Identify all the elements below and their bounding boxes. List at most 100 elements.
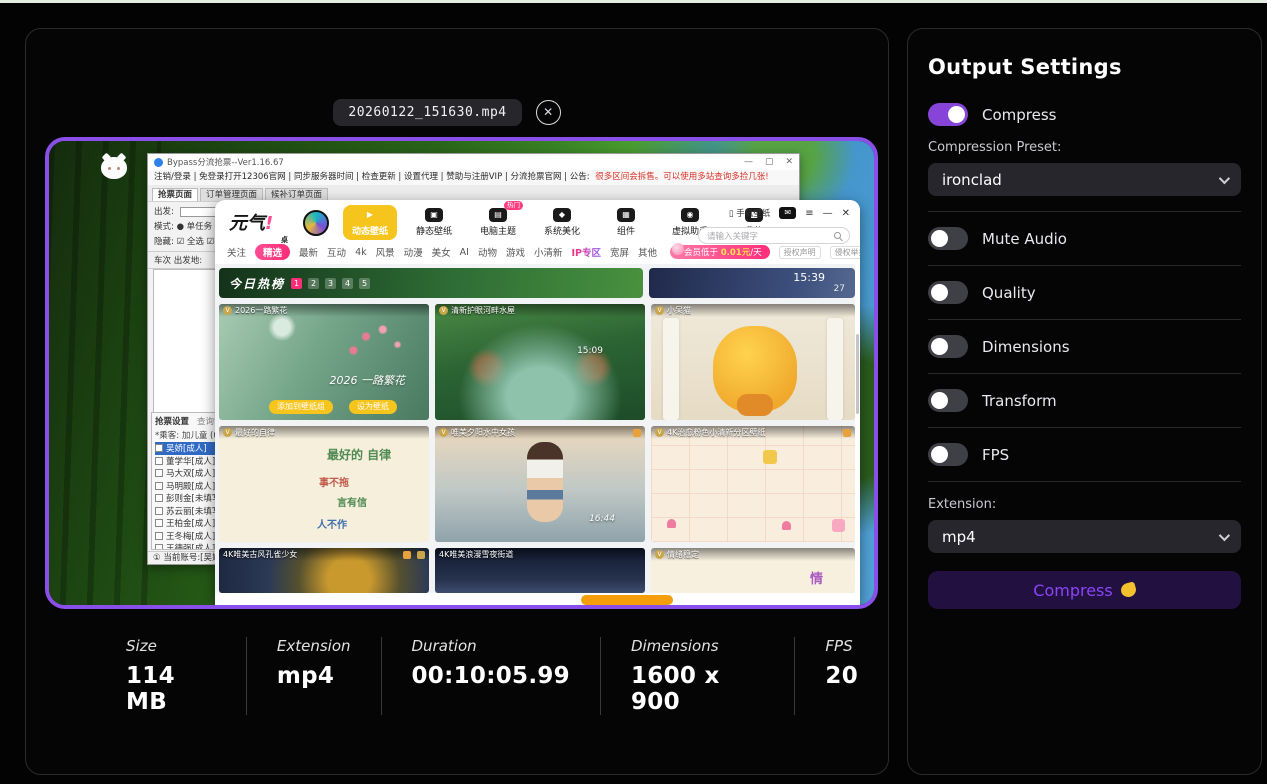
avatar: [303, 210, 329, 236]
category-item: 宽屏: [610, 245, 629, 259]
wallpaper-content: 今日热榜 1 2 3 4 5 15:39 27 2026 一路繁花 V 2026…: [215, 264, 860, 605]
transform-toggle-row: Transform: [928, 389, 1241, 412]
ticket-titlebar: Bypass分流抢票--Ver1.16.67 — ▢ ✕: [148, 154, 799, 170]
category-bar: 关注 精选 最新 互动 4k 风景 动漫 美女 AI 动物 游戏 小清新 IP专…: [227, 244, 860, 260]
preview-card: 20260122_151630.mp4 ✕ Bypass分流抢票--Ver1.1…: [25, 28, 889, 775]
set-wallpaper-button: 设为壁纸: [349, 400, 397, 414]
category-item: 4k: [355, 247, 367, 258]
meta-dimensions: Dimensions 1600 x 900: [600, 637, 794, 715]
nav-pc-theme: 热门 ▤ 电脑主题: [471, 205, 525, 240]
top-edge-strip: [0, 0, 1267, 3]
meta-fps: FPS 20: [794, 637, 888, 715]
compress-toggle[interactable]: [928, 103, 968, 126]
divider: [928, 319, 1241, 320]
divider: [928, 481, 1241, 482]
preset-select[interactable]: ironclad: [928, 163, 1241, 196]
mail-icon: ✉: [779, 207, 796, 219]
maximize-icon: ▢: [765, 157, 774, 167]
menu-items: 注销/登录 | 免登录打开12306官网 | 同步服务器时间 | 检查更新 | …: [154, 172, 590, 182]
mute-audio-toggle-row: Mute Audio: [928, 227, 1241, 250]
wallpaper-topbar: 元气! 桌面 ▶ 动态壁纸 ▣ 静态壁纸 热门 ▤: [215, 200, 860, 264]
filename-chip: 20260122_151630.mp4: [333, 99, 521, 126]
close-icon: ✕: [842, 208, 850, 219]
chevron-down-icon: [1219, 529, 1230, 540]
compress-toggle-row: Compress: [928, 103, 1241, 126]
quality-toggle[interactable]: [928, 281, 968, 304]
minimize-icon: —: [823, 208, 833, 219]
transform-toggle[interactable]: [928, 389, 968, 412]
dimensions-toggle[interactable]: [928, 335, 968, 358]
static-wallpaper-icon: ▣: [425, 208, 443, 222]
license-link: 授权声明: [779, 246, 821, 259]
divider: [928, 211, 1241, 212]
video-preview[interactable]: Bypass分流抢票--Ver1.16.67 — ▢ ✕ 注销/登录 | 免登录…: [45, 137, 878, 609]
category-item: 关注: [227, 245, 246, 259]
category-item: 游戏: [506, 245, 525, 259]
meta-duration: Duration 00:10:05.99: [381, 637, 600, 715]
search-placeholder: 请输入关键字: [707, 230, 758, 242]
category-item: 动物: [478, 245, 497, 259]
category-item: 风景: [376, 245, 395, 259]
rank-2: 2: [308, 278, 319, 289]
remove-file-button[interactable]: ✕: [536, 100, 561, 125]
category-item-ip: IP专区: [572, 245, 602, 259]
filename-text: 20260122_151630.mp4: [348, 105, 506, 120]
panel-title: Output Settings: [928, 55, 1241, 79]
ticket-window-title: Bypass分流抢票--Ver1.16.67: [167, 156, 284, 168]
live-wallpaper-icon: ▶: [361, 208, 379, 222]
category-item: 最新: [299, 245, 318, 259]
file-chip-row: 20260122_151630.mp4 ✕: [16, 99, 878, 126]
nav-static-wallpaper: ▣ 静态壁纸: [407, 205, 461, 240]
virtual-assistant-icon: ◉: [681, 208, 699, 222]
wallpaper-card: 情 V 情绪稳定: [651, 548, 855, 593]
clock-widget-banner: 15:39 27: [649, 268, 855, 298]
announcement-text: 很多区间会拆售。可以使用多站查询多捡几张!: [595, 172, 768, 182]
app-logo: 元气! 桌面: [229, 209, 273, 235]
nav-widgets: ▦ 组件: [599, 205, 653, 240]
card-corner-icon: [843, 429, 851, 437]
divider: [928, 265, 1241, 266]
tab-grab-settings: 抢票设置: [155, 415, 189, 427]
fps-toggle-row: FPS: [928, 443, 1241, 466]
rank-4: 4: [342, 278, 353, 289]
tree-trunks: [49, 141, 161, 605]
mute-audio-toggle[interactable]: [928, 227, 968, 250]
video-metadata: Size 114 MB Extension mp4 Duration 00:10…: [126, 637, 888, 715]
search-icon: [834, 232, 841, 239]
minimize-icon: —: [744, 157, 753, 167]
wallpaper-card: 4K唯美浪漫雪夜街道: [435, 548, 645, 593]
search-input: 请输入关键字: [698, 227, 850, 244]
extension-select[interactable]: mp4: [928, 520, 1241, 553]
pinching-hand-icon: [1119, 581, 1137, 598]
preset-label: Compression Preset:: [928, 140, 1241, 155]
fps-toggle[interactable]: [928, 443, 968, 466]
add-to-group-button: 添加到壁纸组: [269, 400, 333, 414]
pagination-button: [581, 595, 673, 605]
menu-icon: ≡: [805, 208, 813, 219]
wallpaper-card: 最好的 自律 事不拖 言有信 人不作 V 最好的自律: [219, 426, 429, 542]
wallpaper-card: 2026 一路繁花 V 2026一路繁花 添加到壁纸组 设为壁纸: [219, 304, 429, 420]
scrollbar-thumb: [856, 334, 859, 414]
meta-extension: Extension mp4: [246, 637, 381, 715]
pagination-strip: [215, 593, 855, 605]
category-item-active: 精选: [255, 244, 290, 260]
output-settings-card: Output Settings Compress Compression Pre…: [907, 28, 1262, 775]
divider: [928, 373, 1241, 374]
wallpaper-card: 4K唯美古风孔雀少女: [219, 548, 429, 593]
quality-toggle-row: Quality: [928, 281, 1241, 304]
pc-theme-icon: ▤: [489, 208, 507, 222]
wallpaper-card: V 4K治愈粉色小清新分区壁纸: [651, 426, 855, 542]
window-controls: — ▢ ✕: [744, 157, 793, 167]
app-icon: [154, 158, 163, 167]
hot-badge: 热门: [504, 201, 523, 210]
divider: [928, 427, 1241, 428]
rank-5: 5: [359, 278, 370, 289]
close-icon: ✕: [785, 157, 793, 167]
report-link: 侵权举报: [830, 246, 860, 259]
chevron-down-icon: [1219, 172, 1230, 183]
dimensions-toggle-row: Dimensions: [928, 335, 1241, 358]
rank-1: 1: [291, 278, 302, 289]
rank-3: 3: [325, 278, 336, 289]
compress-button[interactable]: Compress: [928, 571, 1241, 609]
nav-live-wallpaper: ▶ 动态壁纸: [343, 205, 397, 240]
